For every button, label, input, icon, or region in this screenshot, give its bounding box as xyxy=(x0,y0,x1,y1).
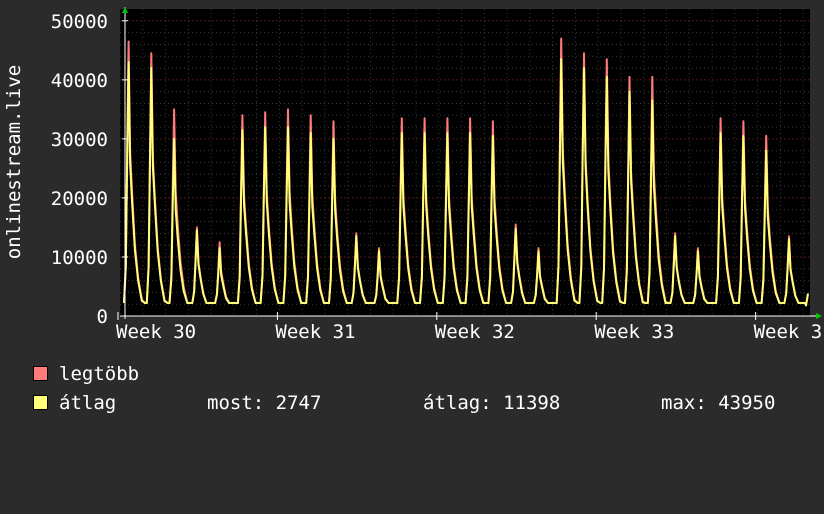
legend-label-max: legtöbb xyxy=(59,363,140,385)
stat-now: most: 2747 xyxy=(207,392,322,414)
stat-avg: átlag: 11398 xyxy=(423,392,561,414)
y-tick-label: 0 xyxy=(97,306,108,328)
x-tick-label: Week 3 xyxy=(754,321,823,343)
y-tick-labels: 0 10000 20000 30000 40000 50000 xyxy=(51,11,128,328)
legend-row-avg: átlag most: 2747 átlag: 11398 max: 43950 xyxy=(33,393,823,413)
x-tick-label: Week 33 xyxy=(594,321,674,343)
legend-row-max: legtöbb xyxy=(33,364,139,384)
y-tick-label: 20000 xyxy=(51,188,108,210)
legend-swatch-max xyxy=(33,366,48,381)
legend-swatch-avg xyxy=(33,395,48,410)
x-tick-label: Week 32 xyxy=(435,321,515,343)
x-tick-label: Week 31 xyxy=(275,321,355,343)
x-axis-arrow xyxy=(816,313,822,319)
y-tick-label: 40000 xyxy=(51,70,108,92)
x-tick-label: Week 30 xyxy=(116,321,196,343)
y-axis-label: onlinestream.live xyxy=(3,65,25,259)
legend-label-avg: átlag xyxy=(59,392,117,414)
y-tick-label: 10000 xyxy=(51,247,108,269)
chart: 01000020000300004000050000 Week 30 Week 3… xyxy=(3,7,822,343)
y-tick-label: 30000 xyxy=(51,129,108,151)
x-tick-labels: Week 30 Week 31 Week 32 Week 33 Week 3 xyxy=(116,312,822,343)
y-tick-label: 50000 xyxy=(51,11,108,33)
stat-max: max: 43950 xyxy=(661,392,776,414)
